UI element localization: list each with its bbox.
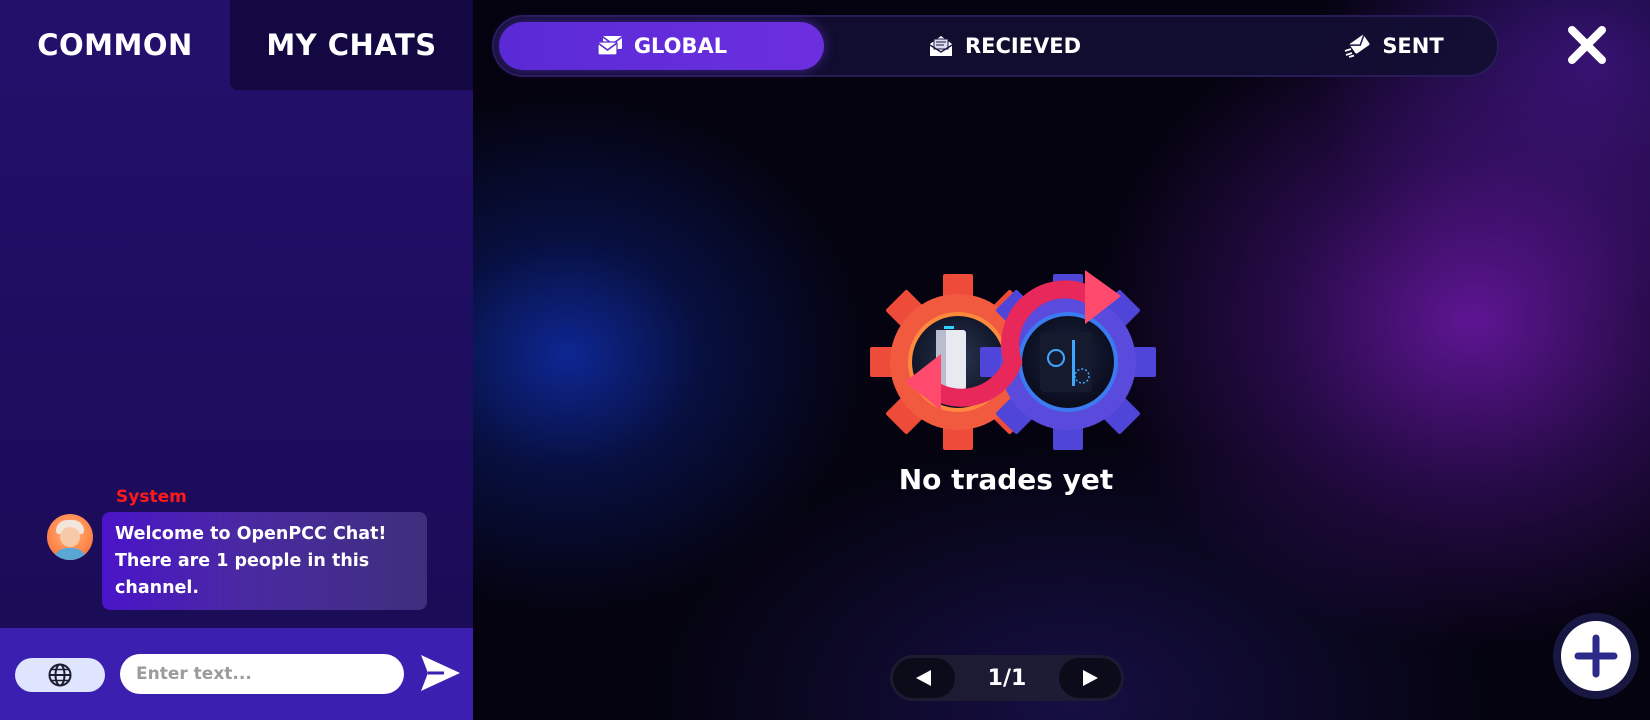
next-page-button[interactable] xyxy=(1059,658,1121,698)
trade-gears-icon xyxy=(870,270,1156,450)
send-button[interactable] xyxy=(418,651,462,695)
avatar-icon[interactable] xyxy=(47,514,93,560)
flying-envelope-icon xyxy=(1345,35,1370,58)
add-trade-button[interactable] xyxy=(1553,613,1639,699)
tab-sent-label: SENT xyxy=(1382,34,1444,58)
message-bubble: Welcome to OpenPCC Chat! There are 1 peo… xyxy=(102,512,427,610)
tab-common[interactable]: COMMON xyxy=(0,0,230,90)
previous-page-button[interactable] xyxy=(893,658,955,698)
tab-sent[interactable]: SENT xyxy=(1294,22,1494,70)
chat-tabs: COMMON MY CHATS xyxy=(0,0,473,90)
close-button[interactable] xyxy=(1565,23,1609,67)
empty-state-message: No trades yet xyxy=(898,463,1114,496)
arrow-right-icon xyxy=(1083,670,1098,686)
tab-my-chats[interactable]: MY CHATS xyxy=(230,0,473,90)
send-icon xyxy=(421,655,460,691)
envelopes-icon xyxy=(597,36,623,56)
close-icon xyxy=(1568,26,1606,64)
message-sender: System xyxy=(116,487,187,507)
add-button-face xyxy=(1561,621,1631,691)
arrow-left-icon xyxy=(916,670,931,686)
tab-global-label: GLOBAL xyxy=(633,34,728,58)
open-envelope-icon xyxy=(929,36,953,56)
tab-received[interactable]: RECIEVED xyxy=(874,22,1134,70)
plus-icon xyxy=(1574,634,1618,678)
chat-text-input[interactable] xyxy=(120,654,404,694)
pagination: 1/1 xyxy=(890,655,1124,701)
globe-icon xyxy=(48,663,72,687)
trades-area: GLOBAL RECIEVED SENT No trades yet 1/1 xyxy=(473,0,1650,720)
chat-input-bar xyxy=(0,628,473,720)
chat-panel: COMMON MY CHATS System Welcome to OpenPC… xyxy=(0,0,473,720)
trade-filter-bar: GLOBAL RECIEVED SENT xyxy=(492,15,1499,77)
tab-global[interactable]: GLOBAL xyxy=(499,22,824,70)
page-indicator: 1/1 xyxy=(987,665,1027,691)
language-button[interactable] xyxy=(15,658,105,692)
tab-received-label: RECIEVED xyxy=(964,34,1082,58)
